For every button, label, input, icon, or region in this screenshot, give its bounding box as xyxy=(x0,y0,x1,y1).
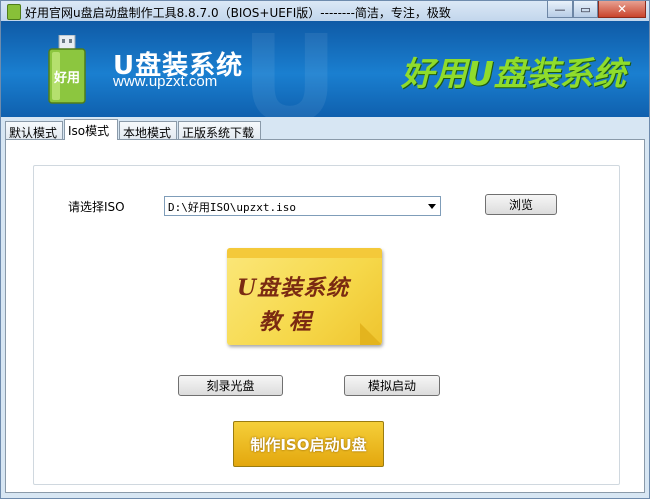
tab-content: 请选择ISO D:\好用ISO\upzxt.iso 浏览 U盘装系统 教程 刻录… xyxy=(5,139,645,493)
close-button[interactable]: ✕ xyxy=(598,1,646,18)
simulate-boot-button[interactable]: 模拟启动 xyxy=(344,375,440,396)
close-icon: ✕ xyxy=(616,2,628,16)
iso-select-label: 请选择ISO xyxy=(68,200,125,214)
minimize-button[interactable]: — xyxy=(547,1,573,18)
maximize-icon: ▭ xyxy=(580,2,591,16)
make-iso-usb-button[interactable]: 制作ISO启动U盘 xyxy=(233,421,384,467)
minimize-icon: — xyxy=(554,2,566,16)
note-fold xyxy=(360,323,382,345)
app-icon xyxy=(7,4,21,20)
iso-path-value: D:\好用ISO\upzxt.iso xyxy=(168,201,296,214)
tutorial-title: U盘装系统 xyxy=(237,275,350,301)
tab-iso-mode[interactable]: Iso模式 xyxy=(64,119,118,140)
chevron-down-icon[interactable] xyxy=(428,204,436,209)
tab-genuine-download[interactable]: 正版系统下载 xyxy=(178,121,261,140)
title-bar[interactable]: 好用官网u盘启动盘制作工具8.8.7.0（BIOS+UEFI版）--------… xyxy=(1,1,649,21)
tab-local-mode[interactable]: 本地模式 xyxy=(119,121,177,140)
iso-path-select[interactable]: D:\好用ISO\upzxt.iso xyxy=(164,196,441,216)
brand-url[interactable]: www.upzxt.com xyxy=(113,73,217,90)
usb-logo-text: 好用 xyxy=(53,70,80,86)
tutorial-link[interactable]: U盘装系统 教程 xyxy=(227,248,382,345)
burn-cd-button[interactable]: 刻录光盘 xyxy=(178,375,283,396)
window-title: 好用官网u盘启动盘制作工具8.8.7.0（BIOS+UEFI版）--------… xyxy=(25,6,451,20)
app-window: 好用官网u盘启动盘制作工具8.8.7.0（BIOS+UEFI版）--------… xyxy=(0,0,650,499)
header-banner: U 好用 U盘装系统 www.upzxt.com 好用U盘装系统 xyxy=(1,21,649,117)
tab-default-mode[interactable]: 默认模式 xyxy=(5,121,63,140)
maximize-button[interactable]: ▭ xyxy=(573,1,598,18)
usb-drive-icon: 好用 xyxy=(48,35,86,104)
banner-slogan: 好用U盘装系统 xyxy=(401,54,626,93)
browse-button[interactable]: 浏览 xyxy=(485,194,557,215)
note-stripe xyxy=(227,248,382,258)
banner-watermark: U xyxy=(241,21,339,117)
tutorial-subtitle: 教程 xyxy=(259,309,320,335)
sticky-note-icon: U盘装系统 教程 xyxy=(227,248,382,345)
